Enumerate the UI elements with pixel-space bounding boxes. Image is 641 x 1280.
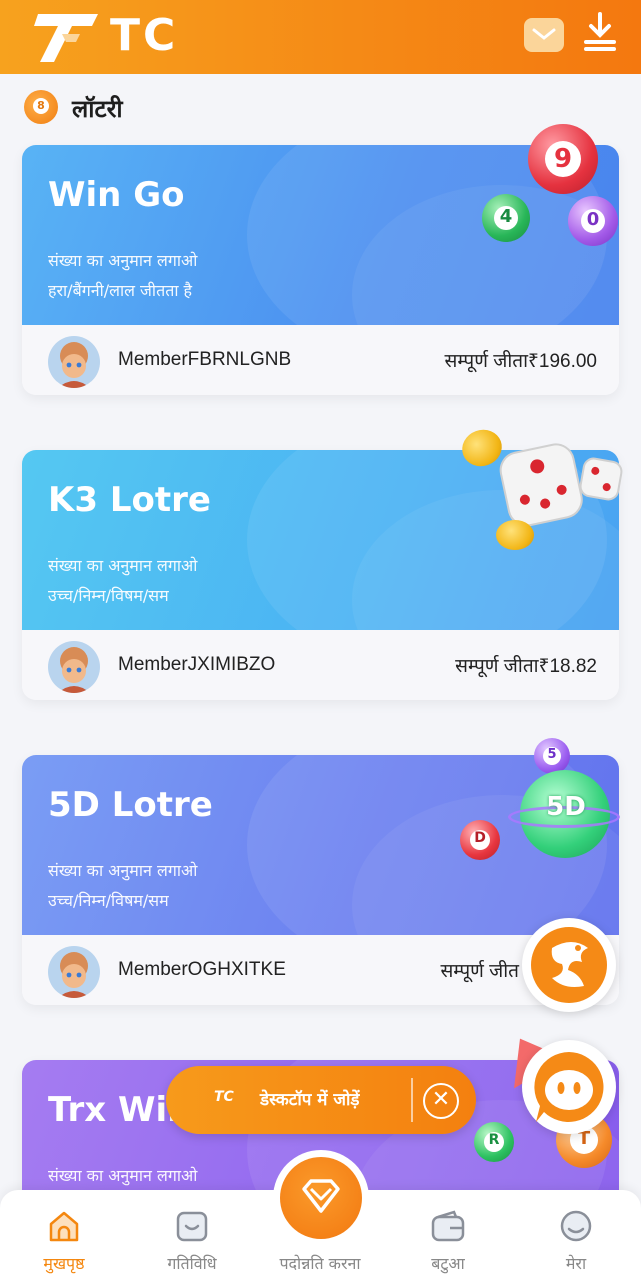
game-desc-line1: संख्या का अनुमान लगाओ — [48, 251, 198, 270]
download-icon — [584, 12, 616, 51]
support-chat-button[interactable] — [522, 1040, 616, 1134]
mail-button[interactable] — [524, 18, 564, 52]
promotion-center-button[interactable] — [273, 1150, 369, 1246]
tab-label: मेरा — [565, 1254, 587, 1273]
lottery-ball-icon: 8 — [24, 90, 58, 124]
tab-label: पदोन्नति करना — [279, 1254, 361, 1273]
member-name: MemberFBRNLGNB — [118, 349, 292, 370]
close-icon[interactable]: ✕ — [423, 1083, 459, 1119]
tab-label: बटुआ — [431, 1254, 465, 1273]
winnings-amount: सम्पूर्ण जीत — [440, 961, 519, 982]
logo-text: TC — [110, 10, 179, 61]
tab-activity[interactable]: गतिविधि — [137, 1190, 247, 1280]
winner-row: MemberJXIMIBZO सम्पूर्ण जीता₹18.82 — [22, 630, 619, 700]
chat-mascot-icon — [534, 1052, 604, 1122]
tab-label: गतिविधि — [167, 1254, 217, 1273]
promotion-diamond-icon — [302, 1179, 340, 1213]
game-title: 5D Lotre — [48, 785, 213, 825]
member-name: MemberOGHXITKE — [118, 959, 286, 980]
tc-logo-icon — [34, 14, 98, 62]
lottery-ball-9-icon: 9 — [528, 124, 598, 194]
coin-icon — [496, 520, 534, 550]
lottery-ball-d-icon: D — [460, 820, 500, 860]
winnings-amount: सम्पूर्ण जीता₹196.00 — [444, 351, 597, 372]
home-icon — [49, 1211, 79, 1242]
mail-icon — [532, 28, 556, 40]
avatar — [48, 946, 100, 998]
dragon-float-button[interactable] — [522, 918, 616, 1012]
app-header: TC — [0, 0, 641, 74]
lottery-ball-r-icon: R — [474, 1122, 514, 1162]
app-logo[interactable]: TC — [32, 6, 212, 66]
game-desc-line2: उच्च/निम्न/विषम/सम — [48, 891, 169, 910]
activity-icon — [176, 1211, 208, 1242]
dragon-icon — [531, 927, 607, 1003]
add-to-desktop-label: डेस्कटॉप में जोड़ें — [260, 1090, 360, 1110]
winnings-amount: सम्पूर्ण जीता₹18.82 — [455, 656, 597, 677]
game-desc-line1: संख्या का अनुमान लगाओ — [48, 556, 198, 575]
download-button[interactable] — [582, 12, 618, 52]
game-card-win-go[interactable]: Win Go संख्या का अनुमान लगाओ हरा/बैंगनी/… — [22, 145, 619, 395]
dice-icon — [499, 443, 623, 527]
lottery-ball-4-icon: 4 — [482, 194, 530, 242]
game-desc-line1: संख्या का अनुमान लगाओ — [48, 861, 198, 880]
planet-5d-icon: 5D — [508, 766, 620, 858]
tab-home[interactable]: मुखपृष्ठ — [9, 1190, 119, 1280]
game-desc-line2: हरा/बैंगनी/लाल जीतता है — [48, 281, 193, 300]
winner-row: MemberFBRNLGNB सम्पूर्ण जीता₹196.00 — [22, 325, 619, 395]
tab-profile[interactable]: मेरा — [521, 1190, 631, 1280]
wallet-icon — [431, 1210, 465, 1242]
game-title: Win Go — [48, 175, 185, 215]
lottery-ball-0-icon: 0 — [568, 196, 618, 246]
tc-logo-small: TC — [214, 1089, 234, 1105]
avatar — [48, 336, 100, 388]
divider — [411, 1078, 413, 1122]
game-title: K3 Lotre — [48, 480, 211, 520]
tab-wallet[interactable]: बटुआ — [393, 1190, 503, 1280]
game-desc-line1: संख्या का अनुमान लगाओ — [48, 1166, 198, 1185]
add-to-desktop-banner[interactable]: TC डेस्कटॉप में जोड़ें ✕ — [166, 1066, 476, 1134]
avatar — [48, 641, 100, 693]
tab-label: मुखपृष्ठ — [43, 1254, 85, 1273]
member-name: MemberJXIMIBZO — [118, 654, 276, 675]
game-desc-line2: उच्च/निम्न/विषम/सम — [48, 586, 169, 605]
profile-icon — [560, 1210, 592, 1242]
section-title: लॉटरी — [72, 95, 123, 123]
